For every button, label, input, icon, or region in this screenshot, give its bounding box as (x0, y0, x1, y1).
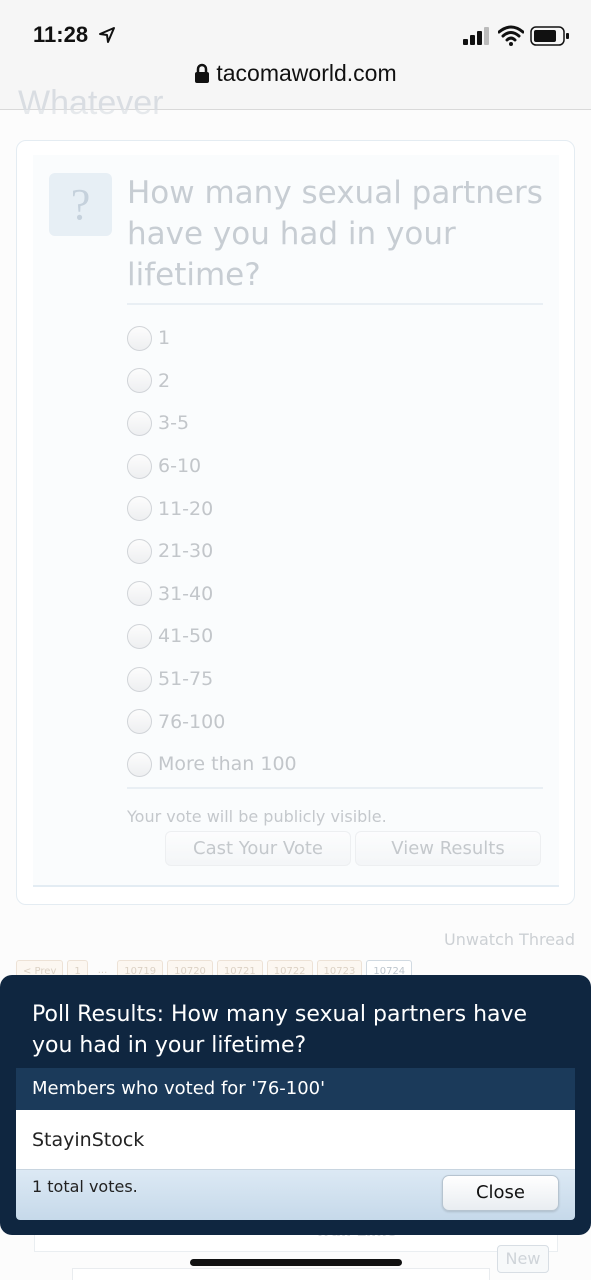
poll-results-modal: Poll Results: How many sexual partners h… (0, 975, 591, 1235)
total-votes: 1 total votes. (32, 1177, 138, 1196)
wifi-icon (498, 25, 524, 46)
cellular-signal-icon (463, 27, 489, 45)
address-bar[interactable]: tacomaworld.com (0, 60, 591, 87)
status-time: 11:28 (33, 22, 89, 47)
home-indicator[interactable] (190, 1259, 402, 1266)
modal-footer: 1 total votes. Close (16, 1170, 575, 1220)
voter-username[interactable]: StayinStock (16, 1110, 575, 1170)
location-arrow-icon (99, 27, 115, 43)
url-text: tacomaworld.com (216, 60, 397, 86)
lock-icon (195, 63, 210, 83)
close-button[interactable]: Close (442, 1175, 559, 1211)
modal-subtitle: Members who voted for '76-100' (16, 1068, 575, 1110)
battery-icon (530, 26, 569, 46)
